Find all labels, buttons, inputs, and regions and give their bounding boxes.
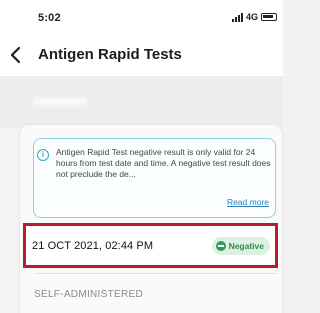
- status-indicators: 4G: [231, 12, 277, 22]
- test-result-row[interactable]: 21 OCT 2021, 02:44 PM Negative: [23, 223, 278, 268]
- page-title: Antigen Rapid Tests: [38, 46, 182, 63]
- battery-icon: [261, 13, 277, 21]
- back-arrow-icon[interactable]: [6, 45, 26, 65]
- administration-label: SELF-ADMINISTERED: [34, 289, 144, 300]
- divider: [34, 273, 278, 274]
- read-more-link[interactable]: Read more: [227, 197, 269, 207]
- negative-status-icon: [215, 241, 226, 251]
- status-badge: Negative: [211, 237, 270, 255]
- signal-icon: [231, 12, 243, 22]
- status-bar: 5:02 4G: [0, 0, 283, 32]
- info-notice-text: Antigen Rapid Test negative result is on…: [56, 147, 271, 179]
- app-screen: 5:02 4G Antigen Rapid Tests i Antigen Ra…: [0, 0, 283, 313]
- status-badge-label: Negative: [228, 241, 264, 251]
- app-header: Antigen Rapid Tests: [0, 32, 283, 76]
- status-time: 5:02: [38, 12, 61, 24]
- test-datetime: 21 OCT 2021, 02:44 PM: [32, 240, 154, 252]
- info-icon: i: [37, 149, 49, 161]
- blurred-name: [32, 98, 88, 106]
- network-type: 4G: [245, 12, 258, 22]
